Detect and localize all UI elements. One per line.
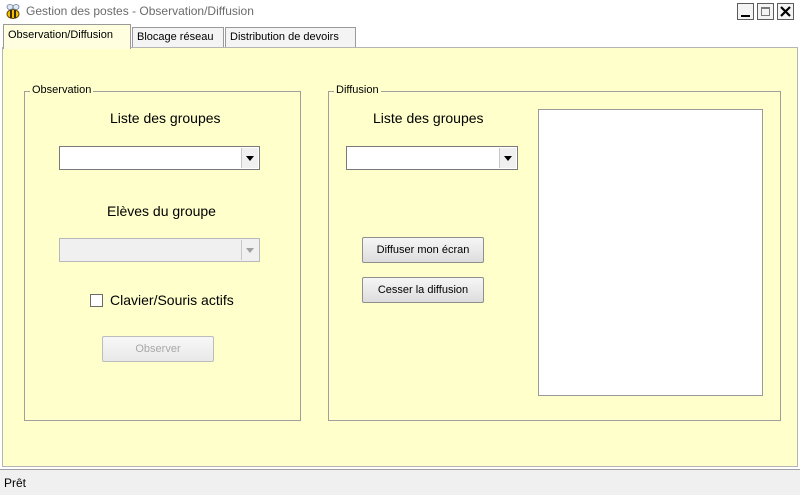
broadcast-screen-button[interactable]: Diffuser mon écran — [362, 237, 484, 263]
keyboard-mouse-checkbox[interactable] — [90, 294, 103, 307]
diffusion-groups-label: Liste des groupes — [373, 110, 484, 126]
observation-groups-dropdown-button[interactable] — [241, 148, 258, 168]
tab-observation-diffusion[interactable]: Observation/Diffusion — [3, 24, 131, 49]
bee-icon — [4, 3, 22, 21]
diffusion-groups-select[interactable] — [346, 146, 518, 170]
observation-groups-label: Liste des groupes — [110, 110, 221, 126]
chevron-down-icon — [246, 248, 254, 253]
students-dropdown-button[interactable] — [241, 240, 258, 260]
diffusion-groups-dropdown-button[interactable] — [499, 148, 516, 168]
diffusion-group-title: Diffusion — [334, 84, 381, 96]
students-select[interactable] — [59, 238, 260, 262]
keyboard-mouse-label[interactable]: Clavier/Souris actifs — [110, 292, 234, 308]
chevron-down-icon — [504, 156, 512, 161]
stop-broadcast-button[interactable]: Cesser la diffusion — [362, 277, 484, 303]
maximize-icon — [761, 7, 770, 16]
window-title: Gestion des postes - Observation/Diffusi… — [26, 4, 254, 18]
maximize-button[interactable] — [757, 3, 774, 20]
minimize-icon — [741, 15, 750, 17]
observation-groups-select[interactable] — [59, 146, 260, 170]
tab-blocage-reseau[interactable]: Blocage réseau — [132, 27, 224, 48]
observation-group-title: Observation — [30, 84, 94, 96]
minimize-button[interactable] — [737, 3, 754, 20]
chevron-down-icon — [246, 156, 254, 161]
close-icon — [778, 4, 793, 19]
close-button[interactable] — [777, 3, 794, 20]
tab-distribution-devoirs[interactable]: Distribution de devoirs — [225, 27, 356, 48]
title-bar: Gestion des postes - Observation/Diffusi… — [0, 0, 800, 24]
observe-button[interactable]: Observer — [102, 336, 214, 362]
students-label: Elèves du groupe — [107, 203, 216, 219]
tab-strip: Observation/Diffusion Blocage réseau Dis… — [0, 24, 800, 49]
broadcast-list-box[interactable] — [538, 109, 763, 396]
status-text: Prêt — [4, 476, 27, 490]
status-bar: Prêt — [0, 469, 800, 495]
